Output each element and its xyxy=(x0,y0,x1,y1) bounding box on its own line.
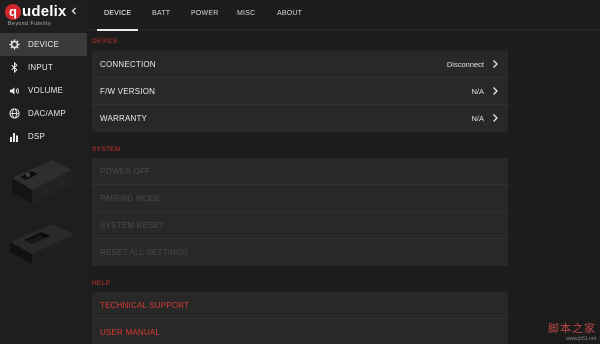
bars-icon xyxy=(0,132,28,142)
row-label: USER MANUAL xyxy=(100,328,160,337)
row-label: F/W VERSION xyxy=(100,86,156,96)
row-label: SYSTEM RESET xyxy=(100,220,165,230)
logo-mark: q xyxy=(5,4,21,20)
bluetooth-icon xyxy=(0,62,28,73)
sidebar-item-label: DSP xyxy=(28,132,46,141)
tab-misc[interactable]: MISC xyxy=(237,0,255,30)
chevron-right-icon xyxy=(493,87,498,95)
warranty-value: N/A xyxy=(471,114,484,123)
row-label: RESET ALL SETTINGS xyxy=(100,248,189,257)
sidebar-item-dsp[interactable]: DSP xyxy=(0,125,87,148)
section-title-system: SYSTEM xyxy=(92,146,121,153)
sidebar-item-label: INPUT xyxy=(28,63,53,72)
sidebar-item-device[interactable]: DEVICE xyxy=(0,33,87,56)
help-panel: TECHNICAL SUPPORT USER MANUAL xyxy=(92,292,508,344)
watermark-title: 脚本之家 xyxy=(548,322,596,335)
chevron-left-icon[interactable] xyxy=(67,5,81,19)
watermark-url: www.jb51.net xyxy=(566,336,596,342)
device-image-top xyxy=(12,160,72,204)
connection-status: Disconnect xyxy=(446,59,484,69)
globe-icon xyxy=(0,108,28,119)
top-tab-bar: DEVICE BATT POWER MISC ABOUT xyxy=(87,0,600,31)
device-settings-panel: CONNECTION Disconnect F/W VERSION N/A WA… xyxy=(92,51,508,132)
technical-support-row[interactable]: TECHNICAL SUPPORT xyxy=(92,292,508,319)
chevron-right-icon xyxy=(493,60,498,68)
gear-icon xyxy=(0,39,28,50)
sidebar-item-label: DAC/AMP xyxy=(28,109,66,118)
pairing-mode-row[interactable]: PAIRING MODE xyxy=(92,185,508,212)
tab-device[interactable]: DEVICE xyxy=(96,0,139,31)
tab-power[interactable]: POWER xyxy=(191,0,218,30)
warranty-row[interactable]: WARRANTY N/A xyxy=(92,105,508,132)
sidebar: q udelix Beyond Fidelity DEVICE INPUT VO… xyxy=(0,0,87,344)
sidebar-item-label: DEVICE xyxy=(28,40,59,49)
row-label: WARRANTY xyxy=(100,114,148,123)
tab-about[interactable]: ABOUT xyxy=(277,0,302,30)
device-image-bottom xyxy=(10,224,74,264)
right-gutter xyxy=(508,31,600,344)
sidebar-item-label: VOLUME xyxy=(28,86,63,95)
watermark: 脚本之家 www.jb51.net xyxy=(548,320,596,342)
tab-batt[interactable]: BATT xyxy=(152,0,170,30)
logo-text: udelix xyxy=(22,3,67,20)
row-label: TECHNICAL SUPPORT xyxy=(100,300,190,310)
system-reset-row[interactable]: SYSTEM RESET xyxy=(92,212,508,239)
speaker-icon xyxy=(0,86,28,96)
logo-tagline: Beyond Fidelity xyxy=(8,21,52,27)
chevron-right-icon xyxy=(493,114,498,122)
reset-all-settings-row[interactable]: RESET ALL SETTINGS xyxy=(92,239,508,266)
row-label: CONNECTION xyxy=(100,59,156,69)
sidebar-nav: DEVICE INPUT VOLUME DAC/AMP DSP xyxy=(0,33,87,148)
user-manual-row[interactable]: USER MANUAL xyxy=(92,319,508,344)
system-settings-panel: POWER OFF PAIRING MODE SYSTEM RESET RESE… xyxy=(92,158,508,266)
section-title-help: HELP xyxy=(92,280,111,287)
power-off-row[interactable]: POWER OFF xyxy=(92,158,508,185)
sidebar-item-input[interactable]: INPUT xyxy=(0,56,87,79)
connection-row[interactable]: CONNECTION Disconnect xyxy=(92,51,508,78)
brand-logo: q udelix Beyond Fidelity xyxy=(5,3,67,29)
row-label: POWER OFF xyxy=(100,166,151,176)
firmware-version-row[interactable]: F/W VERSION N/A xyxy=(92,78,508,105)
row-label: PAIRING MODE xyxy=(100,193,161,203)
section-title-device: DEVICE xyxy=(92,38,119,45)
sidebar-item-dac-amp[interactable]: DAC/AMP xyxy=(0,102,87,125)
firmware-version-value: N/A xyxy=(471,86,484,96)
sidebar-item-volume[interactable]: VOLUME xyxy=(0,79,87,102)
